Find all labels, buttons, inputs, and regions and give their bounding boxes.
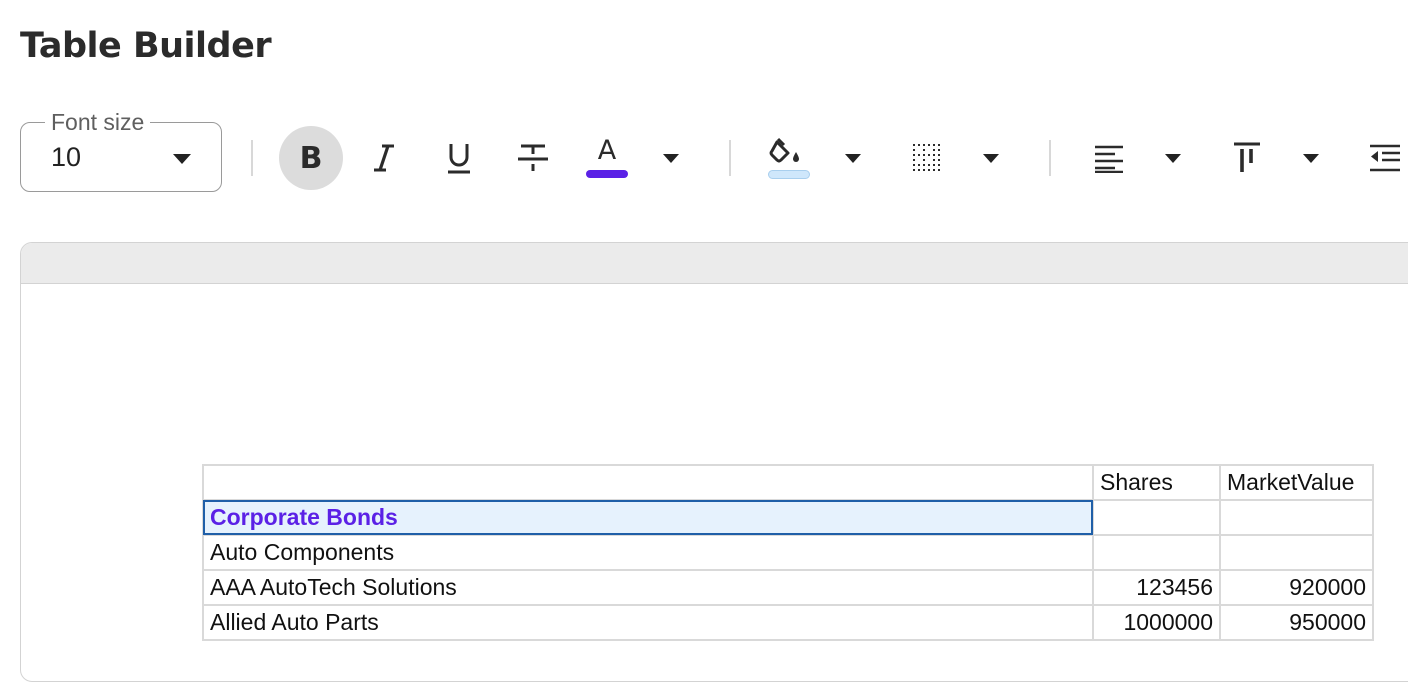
text-color-icon: A (585, 136, 629, 180)
chevron-down-icon (663, 153, 679, 163)
text-color-button[interactable]: A (575, 126, 639, 190)
table-header-row: Shares MarketValue (202, 464, 1374, 501)
table-cell[interactable]: Auto Components (202, 534, 1094, 571)
vertical-align-dropdown[interactable] (1296, 146, 1326, 170)
toolbar-divider (729, 140, 731, 176)
chevron-down-icon (1303, 153, 1319, 163)
fill-color-swatch (768, 170, 810, 179)
page-title: Table Builder (20, 26, 272, 66)
underline-button[interactable] (427, 126, 491, 190)
text-color-swatch (586, 170, 628, 178)
bold-icon: B (299, 140, 323, 176)
table-row: Auto Components (202, 534, 1374, 571)
vertical-align-button[interactable] (1215, 126, 1279, 190)
table-cell[interactable] (1092, 499, 1221, 536)
sheet-panel: Shares MarketValue Corporate Bonds Auto … (20, 242, 1408, 682)
italic-button[interactable] (352, 126, 416, 190)
table-cell[interactable]: 950000 (1219, 604, 1374, 641)
chevron-down-icon (1165, 153, 1181, 163)
strikethrough-button[interactable] (501, 126, 565, 190)
table-cell-selected[interactable]: Corporate Bonds (202, 499, 1094, 536)
table-cell[interactable] (1092, 534, 1221, 571)
borders-button[interactable] (895, 126, 959, 190)
column-header-name[interactable] (202, 464, 1094, 501)
horizontal-align-dropdown[interactable] (1158, 146, 1188, 170)
fill-color-dropdown[interactable] (838, 146, 868, 170)
borders-dropdown[interactable] (976, 146, 1006, 170)
chevron-down-icon (845, 153, 861, 163)
chevron-down-icon (173, 154, 191, 164)
vertical-align-top-icon (1234, 142, 1260, 172)
underline-icon (448, 144, 470, 174)
table-cell[interactable] (1219, 499, 1374, 536)
table-cell[interactable] (1219, 534, 1374, 571)
table-row: Corporate Bonds (202, 499, 1374, 536)
font-size-label: Font size (45, 109, 151, 136)
strikethrough-icon (518, 144, 548, 171)
horizontal-align-button[interactable] (1077, 126, 1141, 190)
table-row: Allied Auto Parts 1000000 950000 (202, 604, 1374, 641)
font-size-select[interactable]: Font size 10 (20, 109, 222, 192)
formatting-toolbar: Font size 10 B A (0, 109, 1408, 206)
sheet-panel-header (21, 243, 1408, 284)
decrease-indent-icon (1370, 144, 1400, 172)
column-header-market-value[interactable]: MarketValue (1219, 464, 1374, 501)
table-row: AAA AutoTech Solutions 123456 920000 (202, 569, 1374, 606)
align-left-icon (1095, 145, 1123, 173)
chevron-down-icon (983, 153, 999, 163)
fill-color-button[interactable] (757, 126, 821, 190)
borders-icon (913, 144, 940, 171)
bold-button[interactable]: B (279, 126, 343, 190)
table-cell[interactable]: Allied Auto Parts (202, 604, 1094, 641)
text-color-dropdown[interactable] (656, 146, 686, 170)
table-cell[interactable]: 920000 (1219, 569, 1374, 606)
data-table: Shares MarketValue Corporate Bonds Auto … (202, 464, 1374, 641)
toolbar-divider (1049, 140, 1051, 176)
font-size-value: 10 (51, 142, 82, 172)
table-cell[interactable]: 1000000 (1092, 604, 1221, 641)
fill-color-icon (767, 136, 811, 180)
table-cell[interactable]: 123456 (1092, 569, 1221, 606)
decrease-indent-button[interactable] (1353, 126, 1408, 190)
table-cell[interactable]: AAA AutoTech Solutions (202, 569, 1094, 606)
toolbar-divider (251, 140, 253, 176)
italic-icon (374, 144, 394, 172)
column-header-shares[interactable]: Shares (1092, 464, 1221, 501)
